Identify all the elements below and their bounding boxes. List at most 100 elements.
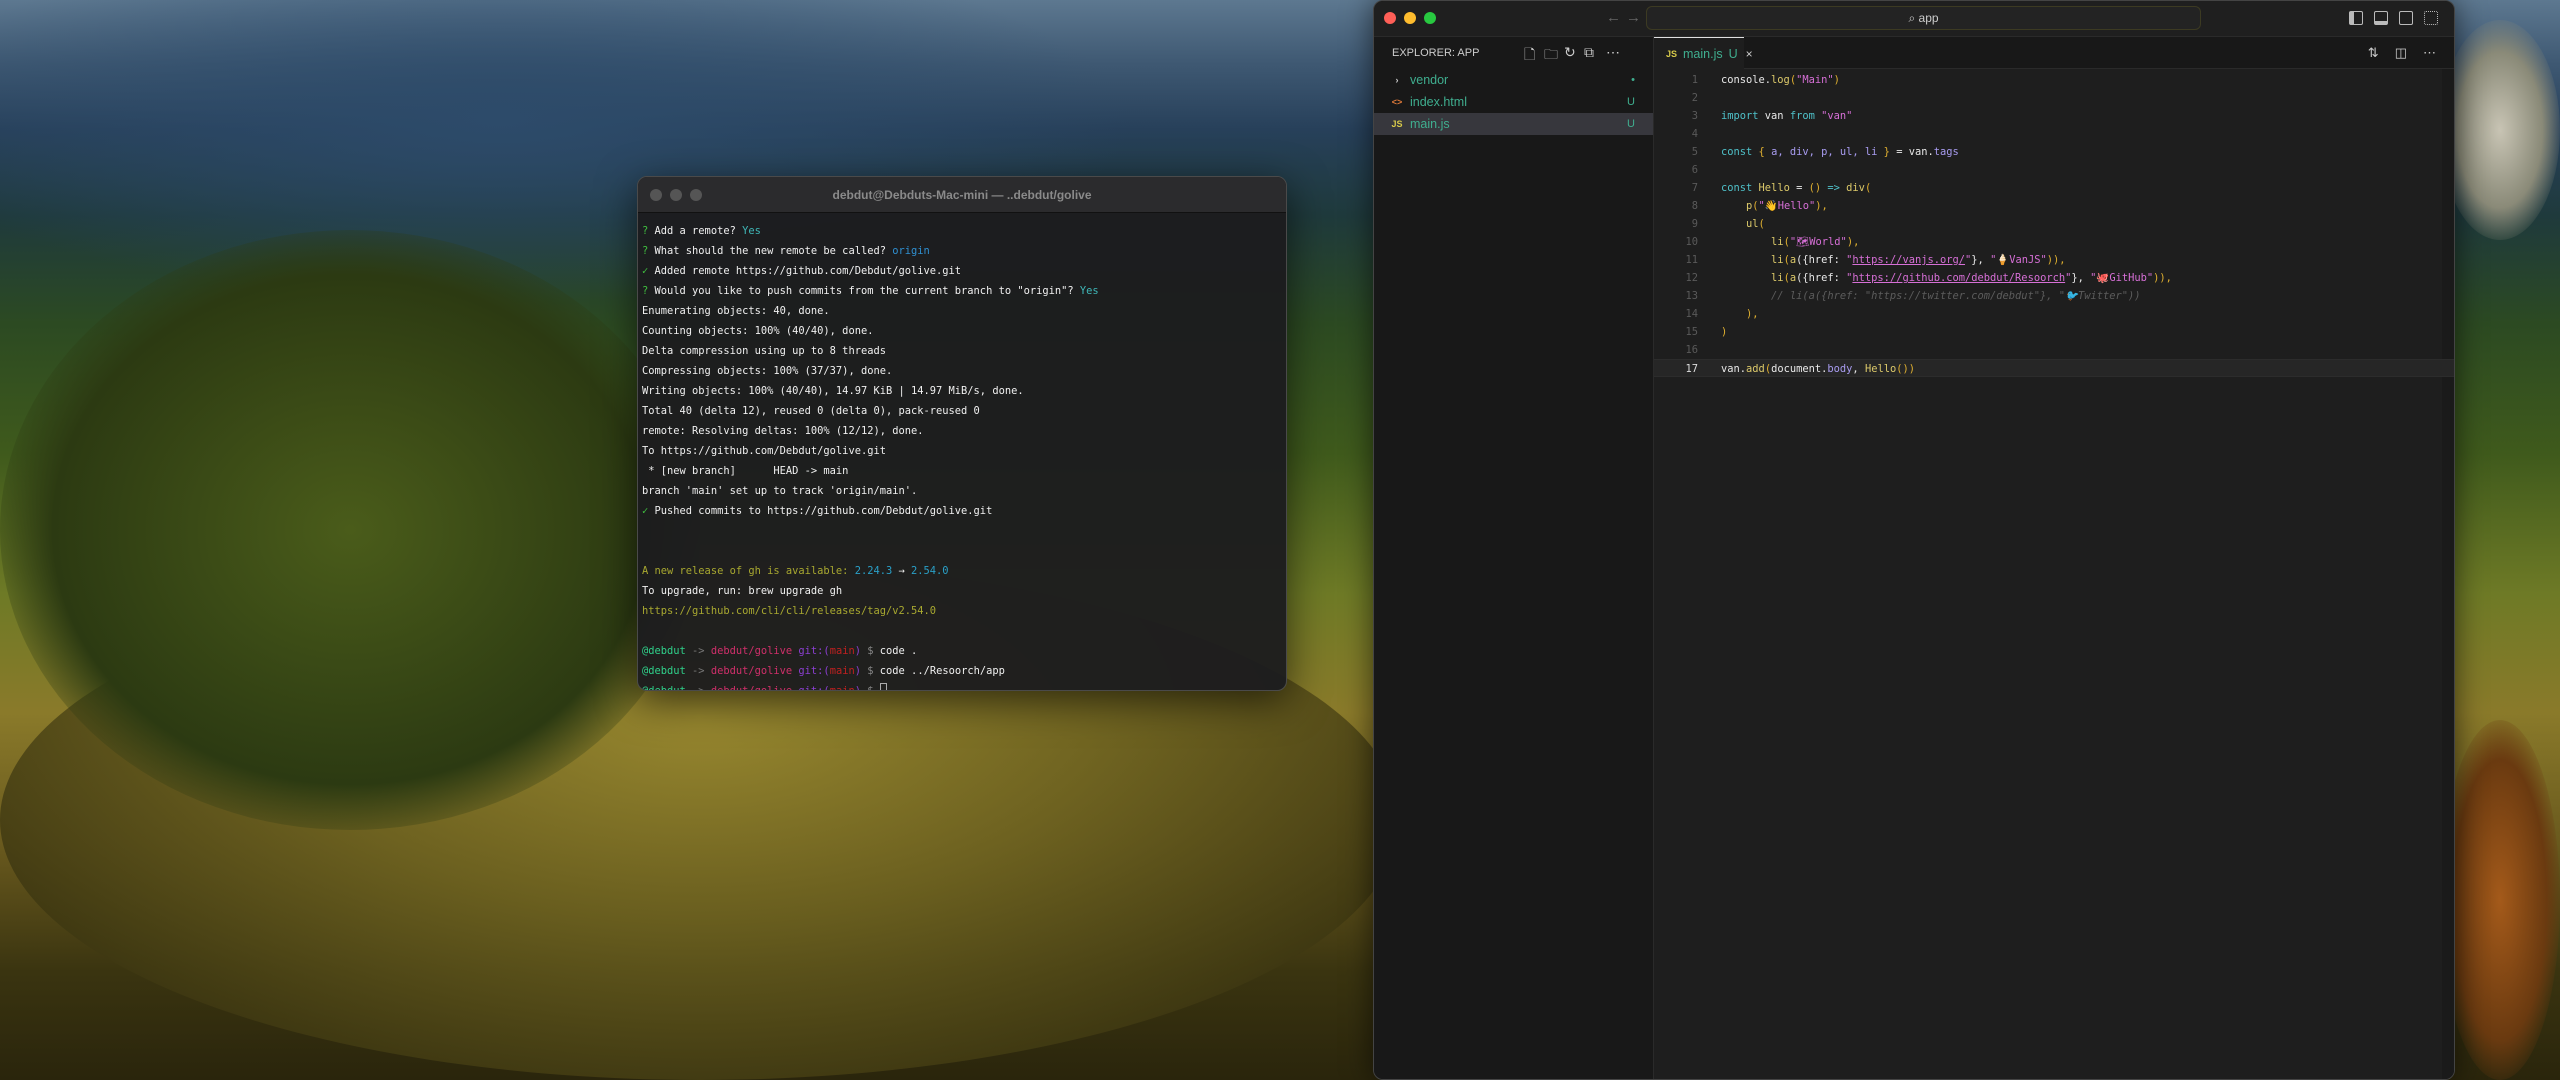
code-line: 6 — [1654, 161, 2454, 179]
code-text: // li(a({href: "https://twitter.com/debd… — [1721, 287, 2141, 305]
code-text: van.add(document.body, Hello()) — [1721, 360, 1915, 378]
code-token: tags — [1933, 146, 1959, 158]
vscode-window[interactable]: ← → ⌕ app EXPLORER: APP 🗋 🗀 ↻ ⧉ ⋯ › vendo… — [1373, 0, 2455, 1080]
file-item-main-js[interactable]: JS main.js U — [1374, 113, 1653, 135]
more-actions-icon[interactable]: ⋯ — [2423, 45, 2436, 61]
terminal-title: debdut@Debduts-Mac-mini — ..debdut/goliv… — [832, 187, 1092, 202]
code-token: van — [1764, 110, 1790, 122]
code-token: = — [1796, 182, 1809, 194]
html-file-icon: <> — [1391, 97, 1403, 107]
terminal-text: Delta compression using up to 8 threads — [642, 345, 886, 357]
terminal-output[interactable]: ? Add a remote? Yes? What should the new… — [638, 213, 1286, 691]
terminal-text: 2.54.0 — [911, 565, 949, 577]
code-token: } — [1883, 146, 1897, 158]
minimize-button[interactable] — [1404, 12, 1416, 24]
split-editor-icon[interactable]: ◫ — [2395, 45, 2407, 61]
code-token: { — [1758, 146, 1772, 158]
search-icon: ⌕ — [1908, 11, 1919, 25]
toggle-panel-icon[interactable] — [2374, 11, 2388, 25]
file-git-status: U — [1627, 118, 1635, 130]
wallpaper-autumn-trees — [2440, 720, 2560, 1080]
toggle-secondary-sidebar-icon[interactable] — [2399, 11, 2413, 25]
customize-layout-icon[interactable] — [2424, 11, 2438, 25]
line-number: 16 — [1685, 344, 1698, 356]
terminal-window[interactable]: debdut@Debduts-Mac-mini — ..debdut/goliv… — [637, 176, 1287, 691]
code-token: https://github.com/debdut/Resoorch — [1852, 272, 2066, 284]
new-folder-icon[interactable]: 🗀 — [1544, 44, 1558, 68]
file-item-vendor[interactable]: › vendor • — [1374, 69, 1653, 91]
code-token: const — [1721, 146, 1759, 158]
line-number: 3 — [1691, 110, 1698, 122]
code-token: ( — [1864, 182, 1872, 194]
code-token: )), — [2046, 254, 2066, 266]
terminal-text: Added remote https://github.com/Debdut/g… — [654, 265, 962, 277]
line-number: 7 — [1691, 182, 1698, 194]
code-token: a, div, p, ul, li — [1771, 146, 1884, 158]
code-token: }, — [1971, 254, 1991, 266]
more-actions-icon[interactable]: ⋯ — [1606, 44, 1620, 61]
toggle-primary-sidebar-icon[interactable] — [2349, 11, 2363, 25]
close-button[interactable] — [1384, 12, 1396, 24]
code-token: add — [1746, 363, 1765, 375]
code-token: ), — [1846, 236, 1860, 248]
code-editor[interactable]: 1 console.log("Main") 2 3 import van from "v… — [1654, 69, 2454, 1079]
file-git-status: U — [1627, 96, 1635, 108]
terminal-text: $ — [861, 685, 880, 691]
collapse-all-icon[interactable]: ⧉ — [1584, 44, 1594, 61]
back-arrow-icon[interactable]: ← — [1606, 9, 1621, 26]
new-file-icon[interactable]: 🗋 — [1524, 44, 1535, 68]
terminal-text: Writing objects: 100% (40/40), 14.97 KiB… — [642, 385, 1024, 397]
terminal-text: 2.24.3 — [854, 565, 893, 577]
refresh-icon[interactable]: ↻ — [1564, 44, 1576, 61]
terminal-text: @debdut — [642, 645, 686, 657]
terminal-text: To https://github.com/Debdut/golive.git — [642, 445, 886, 457]
line-number: 15 — [1685, 326, 1698, 338]
line-number: 1 — [1691, 74, 1698, 86]
terminal-line: To upgrade, run: brew upgrade gh — [642, 581, 1282, 601]
zoom-button[interactable] — [1424, 12, 1436, 24]
command-center-search[interactable]: ⌕ app — [1646, 6, 2201, 30]
code-token: https://vanjs.org/ — [1852, 254, 1966, 266]
code-line: 14 ), — [1654, 305, 2454, 323]
chevron-right-icon: › — [1395, 75, 1399, 85]
terminal-line: ✓ Pushed commits to https://github.com/D… — [642, 501, 1282, 521]
code-token: // li(a({href: "https://twitter.com/debd… — [1721, 290, 2141, 302]
code-token: )), — [2153, 272, 2172, 284]
line-number: 13 — [1685, 290, 1698, 302]
terminal-text: Yes — [1079, 285, 1099, 297]
forward-arrow-icon[interactable]: → — [1626, 9, 1641, 26]
code-token: ( — [1758, 218, 1765, 230]
code-token: ) — [1908, 363, 1915, 375]
code-token: li — [1721, 272, 1784, 284]
code-token: "👋Hello" — [1758, 200, 1816, 212]
code-token: ), — [1721, 308, 1759, 320]
terminal-text: code . — [879, 645, 918, 657]
code-line: 10 li("🗺World"), — [1654, 233, 2454, 251]
terminal-text: $ — [861, 665, 880, 677]
code-token: Hello — [1864, 363, 1897, 375]
code-line: 4 — [1654, 125, 2454, 143]
terminal-text: Counting objects: 100% (40/40), done. — [642, 325, 874, 337]
code-line: 13 // li(a({href: "https://twitter.com/d… — [1654, 287, 2454, 305]
code-token: ) — [1833, 74, 1840, 86]
code-text: li("🗺World"), — [1721, 233, 1859, 251]
close-tab-icon[interactable]: × — [1746, 47, 1753, 61]
file-item-index-html[interactable]: <> index.html U — [1374, 91, 1653, 113]
code-line: 2 — [1654, 89, 2454, 107]
explorer-title: EXPLORER: APP — [1392, 47, 1480, 59]
javascript-file-icon: JS — [1391, 119, 1403, 129]
terminal-line: Compressing objects: 100% (37/37), done. — [642, 361, 1282, 381]
code-text: const { a, div, p, ul, li } = van.tags — [1721, 143, 1959, 161]
terminal-line: remote: Resolving deltas: 100% (12/12), … — [642, 421, 1282, 441]
code-token: li — [1721, 236, 1784, 248]
terminal-text: @debdut — [642, 685, 686, 691]
code-token: p — [1721, 200, 1753, 212]
code-text: console.log("Main") — [1721, 71, 1840, 89]
tab-main-js[interactable]: JS main.js U × — [1654, 37, 1753, 69]
terminal-text: * [new branch] HEAD -> main — [642, 465, 849, 477]
code-token: div — [1846, 182, 1865, 194]
open-changes-icon[interactable]: ⇅ — [2368, 45, 2379, 61]
wallpaper-mist — [2440, 20, 2560, 240]
code-text: ), — [1721, 305, 1759, 323]
